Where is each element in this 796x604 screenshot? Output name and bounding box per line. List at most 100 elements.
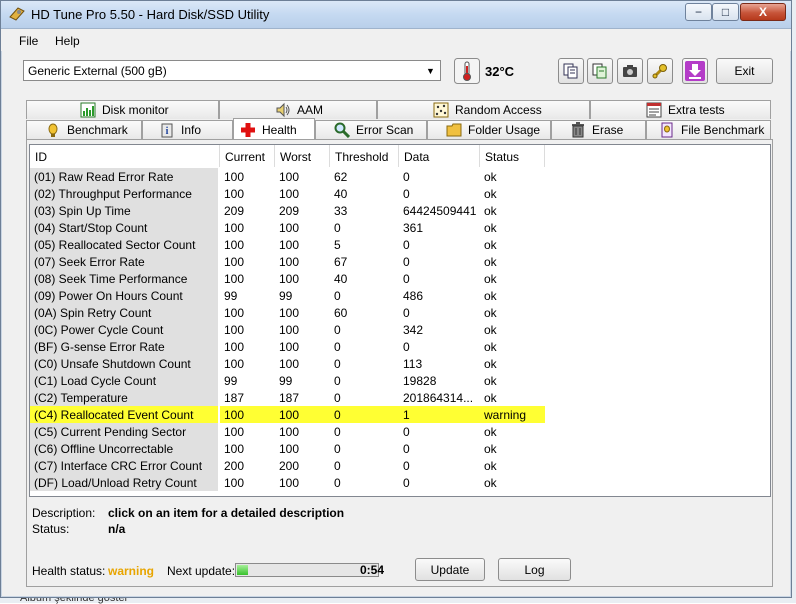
close-button[interactable]: X [740,3,786,21]
cell-attribute-id: (C5) Current Pending Sector [30,423,218,440]
cell-worst-value: 100 [279,425,300,439]
disk-monitor-icon [80,102,96,118]
cell-worst-value: 100 [279,187,300,201]
update-button[interactable]: Update [415,558,485,581]
column-header-threshold[interactable]: Threshold [330,145,399,167]
table-row[interactable]: (BF) G-sense Error Rate 100 100 0 0 ok [30,338,550,355]
cell-worst-value: 100 [279,170,300,184]
cell-current-value: 100 [224,442,245,456]
tab-disk-monitor[interactable]: Disk monitor [26,100,219,119]
cell-current-value: 100 [224,425,245,439]
tab-health[interactable]: Health [233,118,315,140]
health-status-label: Health status: [32,564,106,578]
cell-threshold-value: 62 [334,170,348,184]
tab-random-access[interactable]: Random Access [377,100,590,119]
drive-select[interactable]: Generic External (500 gB) ▼ [23,60,441,81]
table-row[interactable]: (C5) Current Pending Sector 100 100 0 0 ok [30,423,550,440]
table-row[interactable]: (03) Spin Up Time 209 209 33 64424509441 ok [30,202,550,219]
cell-threshold-value: 0 [334,476,341,490]
cell-worst-value: 200 [279,459,300,473]
cell-threshold-value: 40 [334,272,348,286]
tab-error-scan[interactable]: Error Scan [315,120,427,139]
cell-current-value: 100 [224,476,245,490]
table-row[interactable]: (C7) Interface CRC Error Count 200 200 0 0 ok [30,457,550,474]
table-row[interactable]: (C4) Reallocated Event Count 100 100 0 1 warn… [30,406,550,423]
cell-worst-value: 100 [279,255,300,269]
cell-current-value: 100 [224,272,245,286]
cell-threshold-value: 5 [334,238,341,252]
table-row[interactable]: (02) Throughput Performance 100 100 40 0 ok [30,185,550,202]
info-icon: i [159,122,175,138]
table-row[interactable]: (C0) Unsafe Shutdown Count 100 100 0 113 ok [30,355,550,372]
screenshot-button[interactable] [617,58,643,84]
table-row[interactable]: (08) Seek Time Performance 100 100 40 0 ok [30,270,550,287]
cell-raw-data: 0 [403,272,410,286]
copy-info-button[interactable] [558,58,584,84]
tab-label: Benchmark [67,123,128,137]
table-row[interactable]: (01) Raw Read Error Rate 100 100 62 0 ok [30,168,550,185]
menu-file[interactable]: File [19,34,38,48]
table-row[interactable]: (0A) Spin Retry Count 100 100 60 0 ok [30,304,550,321]
table-row[interactable]: (05) Reallocated Sector Count 100 100 5 0 ok [30,236,550,253]
tab-aam[interactable]: AAM [219,100,377,119]
cell-worst-value: 187 [279,391,300,405]
cell-threshold-value: 0 [334,340,341,354]
cell-raw-data: 0 [403,306,410,320]
table-row[interactable]: (04) Start/Stop Count 100 100 0 361 ok [30,219,550,236]
column-header-worst[interactable]: Worst [275,145,330,167]
table-row[interactable]: (DF) Load/Unload Retry Count 100 100 0 0 ok [30,474,550,491]
cell-attribute-id: (0A) Spin Retry Count [30,304,218,321]
cell-threshold-value: 0 [334,374,341,388]
maximize-button[interactable]: □ [712,3,739,21]
menu-help[interactable]: Help [55,34,80,48]
drive-select-value: Generic External (500 gB) [28,64,167,78]
table-row[interactable]: (07) Seek Error Rate 100 100 67 0 ok [30,253,550,270]
table-row[interactable]: (0C) Power Cycle Count 100 100 0 342 ok [30,321,550,338]
cell-attribute-id: (C6) Offline Uncorrectable [30,440,218,457]
column-header-id[interactable]: ID [30,145,220,167]
cell-attribute-id: (C0) Unsafe Shutdown Count [30,355,218,372]
table-row[interactable]: (C1) Load Cycle Count 99 99 0 19828 ok [30,372,550,389]
column-header-status[interactable]: Status [480,145,545,167]
trash-icon [570,122,586,138]
table-row[interactable]: (09) Power On Hours Count 99 99 0 486 ok [30,287,550,304]
cell-attribute-id: (03) Spin Up Time [30,202,218,219]
tab-label: AAM [297,103,324,117]
wrench-icon [652,64,667,79]
tab-file-benchmark[interactable]: File Benchmark [646,120,771,139]
column-header-current[interactable]: Current [220,145,275,167]
table-row[interactable]: (C2) Temperature 187 187 0 201864314... ok [30,389,550,406]
copy-green-icon [592,63,607,79]
cell-raw-data: 0 [403,170,410,184]
exit-button[interactable]: Exit [716,58,773,84]
column-header-data[interactable]: Data [399,145,480,167]
cell-raw-data: 0 [403,425,410,439]
tab-folder-usage[interactable]: Folder Usage [427,120,551,139]
cell-current-value: 100 [224,221,245,235]
magnifier-icon [334,122,350,138]
cell-worst-value: 99 [279,289,293,303]
copy-all-button[interactable] [587,58,613,84]
options-button[interactable] [647,58,673,84]
save-button[interactable] [682,58,708,84]
log-button[interactable]: Log [498,558,571,581]
cell-status: ok [484,221,497,235]
cell-threshold-value: 0 [334,459,341,473]
cell-threshold-value: 0 [334,221,341,235]
tab-erase[interactable]: Erase [551,120,646,139]
update-progress-bar [235,563,379,577]
cell-attribute-id: (C2) Temperature [30,389,218,406]
tab-extra-tests[interactable]: Extra tests [590,100,771,119]
chevron-down-icon[interactable]: ▼ [423,63,438,78]
cell-worst-value: 100 [279,442,300,456]
tab-info[interactable]: i Info [142,120,233,139]
cell-status: ok [484,425,497,439]
smart-table[interactable]: ID Current Worst Threshold Data Status (… [29,144,771,497]
cell-status: ok [484,459,497,473]
table-row[interactable]: (C6) Offline Uncorrectable 100 100 0 0 ok [30,440,550,457]
minimize-button[interactable]: − [685,3,712,21]
extra-tests-icon [646,102,662,118]
cell-current-value: 100 [224,340,245,354]
tab-benchmark[interactable]: Benchmark [26,120,142,139]
tab-label: Info [181,123,202,137]
